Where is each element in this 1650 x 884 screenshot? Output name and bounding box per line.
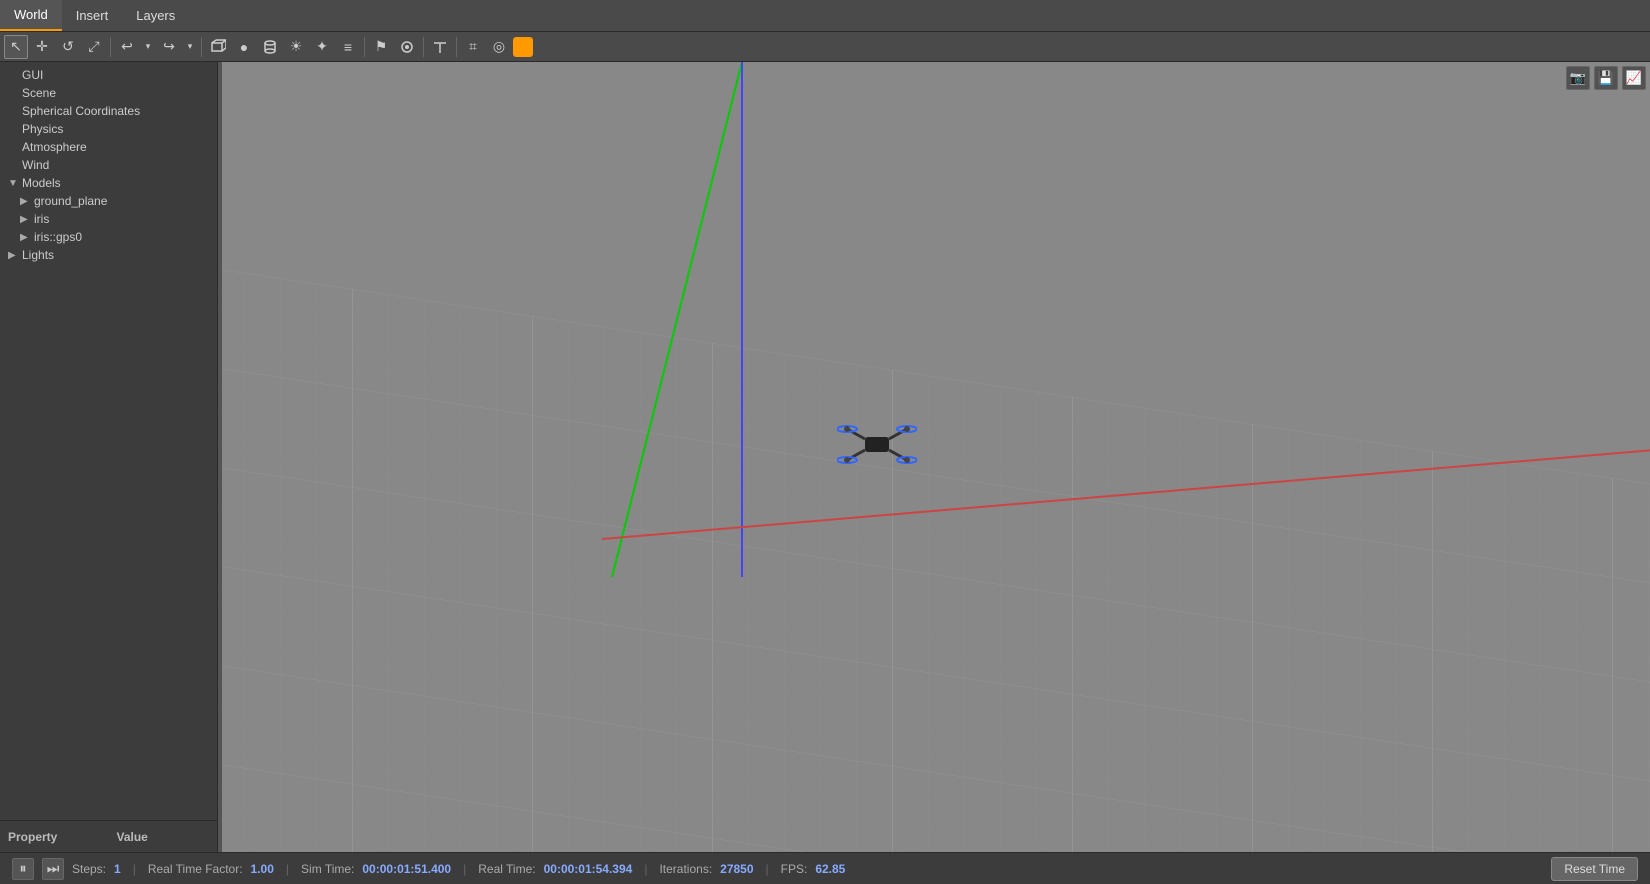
menu-bar: World Insert Layers: [0, 0, 1650, 32]
simtime-value: 00:00:01:51.400: [362, 862, 451, 876]
tree-label-wind: Wind: [22, 158, 49, 172]
drone-model: [837, 417, 917, 472]
iterations-value: 27850: [720, 862, 753, 876]
tree-label-atmosphere: Atmosphere: [22, 140, 87, 154]
tree-label-gui: GUI: [22, 68, 43, 82]
flag-button[interactable]: ⚑: [369, 35, 393, 59]
dirlight-button[interactable]: ≡: [336, 35, 360, 59]
tree-item-lights[interactable]: ▶ Lights: [0, 246, 217, 264]
sidebar: GUI Scene Spherical Coordinates Physics Atmo…: [0, 62, 218, 852]
select-tool-button[interactable]: ↖: [4, 35, 28, 59]
property-panel: Property Value: [0, 820, 217, 852]
tree-item-models[interactable]: ▼ Models: [0, 174, 217, 192]
tree-arrow-models: ▼: [8, 178, 18, 189]
rtf-value: 1.00: [251, 862, 274, 876]
redo-button[interactable]: ↪: [157, 35, 181, 59]
tree-item-wind[interactable]: Wind: [0, 156, 217, 174]
realtime-value: 00:00:01:54.394: [544, 862, 633, 876]
save-button[interactable]: 💾: [1594, 66, 1618, 90]
pause-button[interactable]: ⏸: [12, 858, 34, 880]
separator-2: [201, 37, 202, 57]
world-tree: GUI Scene Spherical Coordinates Physics Atmo…: [0, 62, 217, 820]
undo-button[interactable]: ↩: [115, 35, 139, 59]
tree-label-ground-plane: ground_plane: [34, 194, 107, 208]
realtime-label: Real Time:: [478, 862, 535, 876]
redo-dropdown-button[interactable]: ▾: [183, 35, 197, 59]
snap-button[interactable]: ⌗: [461, 35, 485, 59]
menu-tab-layers[interactable]: Layers: [122, 0, 189, 31]
tree-label-iris-gps0: iris::gps0: [34, 230, 82, 244]
iterations-label: Iterations:: [659, 862, 712, 876]
tree-label-scene: Scene: [22, 86, 56, 100]
rtf-label: Real Time Factor:: [148, 862, 243, 876]
screenshot-button[interactable]: 📷: [1566, 66, 1590, 90]
tree-label-spherical-coords: Spherical Coordinates: [22, 104, 140, 118]
tree-item-spherical-coords[interactable]: Spherical Coordinates: [0, 102, 217, 120]
viewport-controls: 📷 💾 📈: [1566, 66, 1646, 90]
tree-item-ground-plane[interactable]: ▶ ground_plane: [0, 192, 217, 210]
toolbar: ↖ ✛ ↺ ⤢ ↩ ▾ ↪ ▾ ● ☀ ✦ ≡ ⚑ ⌗ ◎: [0, 32, 1650, 62]
sphere-button[interactable]: ●: [232, 35, 256, 59]
simtime-label: Sim Time:: [301, 862, 354, 876]
grid-background: [222, 62, 1650, 852]
tree-arrow-lights: ▶: [8, 250, 18, 261]
tree-item-gui[interactable]: GUI: [0, 66, 217, 84]
steps-label: Steps:: [72, 862, 106, 876]
orbit-button[interactable]: ◎: [487, 35, 511, 59]
record-button[interactable]: [395, 35, 419, 59]
spotlight-button[interactable]: ✦: [310, 35, 334, 59]
fps-label: FPS:: [781, 862, 808, 876]
tree-arrow-iris: ▶: [20, 214, 30, 225]
separator-5: [456, 37, 457, 57]
box-button[interactable]: [206, 35, 230, 59]
separator-3: [364, 37, 365, 57]
tree-label-iris: iris: [34, 212, 49, 226]
menu-tab-insert[interactable]: Insert: [62, 0, 123, 31]
cylinder-button[interactable]: [258, 35, 282, 59]
tree-item-scene[interactable]: Scene: [0, 84, 217, 102]
menu-tab-world[interactable]: World: [0, 0, 62, 31]
tree-arrow-ground-plane: ▶: [20, 196, 30, 207]
scale-tool-button[interactable]: ⤢: [82, 35, 106, 59]
color-indicator[interactable]: [513, 37, 533, 57]
property-header: Property: [0, 830, 109, 844]
tree-label-lights: Lights: [22, 248, 54, 262]
translate-tool-button[interactable]: ✛: [30, 35, 54, 59]
undo-dropdown-button[interactable]: ▾: [141, 35, 155, 59]
status-bar: ⏸ ⏭ Steps: 1 | Real Time Factor: 1.00 | …: [0, 852, 1650, 884]
separator-4: [423, 37, 424, 57]
fps-value: 62.85: [815, 862, 845, 876]
pointlight-button[interactable]: ☀: [284, 35, 308, 59]
main-layout: GUI Scene Spherical Coordinates Physics Atmo…: [0, 62, 1650, 852]
stats-button[interactable]: 📈: [1622, 66, 1646, 90]
separator-1: [110, 37, 111, 57]
steps-value: 1: [114, 862, 121, 876]
align-button[interactable]: [428, 35, 452, 59]
tree-item-iris[interactable]: ▶ iris: [0, 210, 217, 228]
value-header: Value: [109, 830, 218, 844]
step-button[interactable]: ⏭: [42, 858, 64, 880]
rotate-tool-button[interactable]: ↺: [56, 35, 80, 59]
tree-label-models: Models: [22, 176, 61, 190]
tree-item-atmosphere[interactable]: Atmosphere: [0, 138, 217, 156]
reset-time-button[interactable]: Reset Time: [1551, 857, 1638, 881]
tree-item-physics[interactable]: Physics: [0, 120, 217, 138]
tree-label-physics: Physics: [22, 122, 63, 136]
viewport-3d[interactable]: 📷 💾 📈: [222, 62, 1650, 852]
tree-arrow-iris-gps0: ▶: [20, 232, 30, 243]
tree-item-iris-gps0[interactable]: ▶ iris::gps0: [0, 228, 217, 246]
